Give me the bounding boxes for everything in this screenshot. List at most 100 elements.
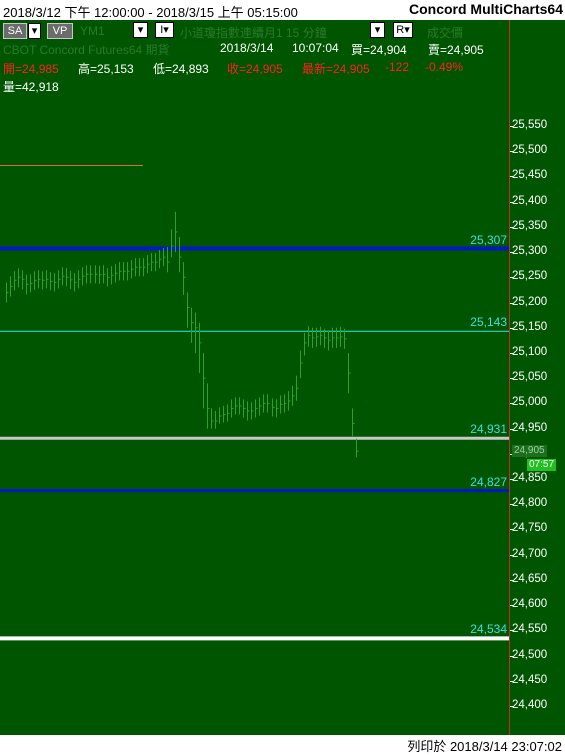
price-bar (267, 394, 270, 413)
price-bar (239, 397, 242, 415)
level-label: 24,827 (470, 474, 507, 489)
y-axis-tick-label: 25,500 (512, 144, 548, 157)
price-bar (340, 326, 343, 347)
price-bar (215, 410, 218, 429)
price-bar (332, 327, 335, 348)
y-axis-tick-label: 25,050 (512, 371, 548, 384)
price-bar (155, 253, 158, 272)
y-axis-tick-label: 24,400 (512, 699, 548, 711)
price-bar (195, 312, 198, 353)
chevron-down-icon: ▾ (31, 25, 38, 37)
r-dropdown-button[interactable]: R▾ (393, 22, 413, 38)
chevron-down-icon: ▾ (137, 24, 144, 36)
price-bar (231, 399, 234, 418)
y-axis-tick-label: 25,200 (512, 295, 548, 308)
change-value: -122 (385, 60, 410, 74)
symbol-dropdown-button[interactable]: ▾ (133, 22, 148, 38)
sa-button[interactable]: SA (3, 23, 27, 39)
change-percent: -0.49% (425, 60, 464, 74)
price-bar (6, 282, 9, 303)
price-bar (296, 375, 299, 401)
price-bar (62, 267, 65, 286)
price-bar (272, 398, 275, 417)
price-bar (171, 229, 174, 258)
chevron-down-icon: ▾ (374, 24, 381, 36)
price-bar (191, 307, 194, 343)
price-axis-border (509, 20, 510, 735)
price-bar (280, 395, 283, 414)
vp-button[interactable]: VP (47, 23, 73, 39)
price-bar (308, 326, 311, 347)
price-bar (103, 265, 106, 284)
price-bar (159, 250, 162, 269)
level-label: 25,307 (470, 232, 507, 247)
y-axis-tick-label: 24,850 (512, 472, 548, 485)
indicator-button[interactable]: I▾ (155, 22, 174, 38)
y-axis-tick-label: 25,450 (512, 169, 548, 182)
y-axis-tick-label: 25,000 (512, 396, 548, 409)
price-bar (58, 270, 61, 289)
price-bar (90, 265, 93, 284)
price-bar (46, 270, 49, 289)
price-bar (344, 328, 347, 349)
low-price: 低=24,893 (153, 62, 209, 76)
price-bar (235, 397, 238, 415)
price-bar (18, 268, 21, 288)
price-bar (348, 352, 351, 394)
price-bar (78, 270, 81, 289)
price-bar (223, 405, 226, 423)
open-price: 開=24,985 (3, 62, 59, 76)
bar-countdown-label: 07:57 (527, 459, 557, 472)
price-bar (251, 402, 254, 420)
y-axis-tick-label: 24,950 (512, 421, 548, 434)
high-price: 高=25,153 (78, 62, 134, 76)
close-price: 收=24,905 (227, 62, 283, 76)
price-bar (356, 438, 359, 458)
y-axis-tick-label: 25,100 (512, 345, 548, 358)
price-bar (312, 327, 315, 348)
interval-dropdown-button[interactable]: ▾ (370, 22, 385, 38)
price-bar (352, 408, 355, 437)
price-bar (107, 268, 110, 287)
price-bar (243, 399, 246, 418)
y-axis-tick-label: 24,450 (512, 673, 548, 686)
price-bar (86, 265, 89, 284)
price-bar (255, 399, 258, 418)
chart-time: 10:07:04 (292, 41, 339, 55)
price-bar (259, 397, 262, 416)
price-bar (175, 211, 178, 253)
y-axis-tick-label: 24,800 (512, 497, 548, 510)
price-bar (66, 268, 69, 287)
ask-price: 賣=24,905 (428, 43, 484, 57)
level-label: 24,534 (470, 622, 507, 637)
price-chart[interactable]: SA ▾ VP YM1 ▾ I▾ 小道瓊指數連續月1 15 分鐘 ▾ R▾ 成交… (0, 20, 565, 735)
price-bar (50, 272, 53, 291)
price-bar (139, 258, 142, 277)
current-price-label: 24,905 (512, 445, 547, 458)
price-bar (227, 404, 230, 422)
price-bar (82, 267, 85, 286)
sa-dropdown-button[interactable]: ▾ (28, 23, 41, 39)
level-label: 24,931 (470, 422, 507, 437)
price-bar (143, 258, 146, 277)
price-bar (316, 327, 319, 347)
date-range-text: 2018/3/12 下午 12:00:00 - 2018/3/15 上午 05:… (3, 5, 298, 20)
price-bar (199, 322, 202, 374)
price-bar (219, 407, 222, 424)
symbol-label: YM1 (80, 24, 105, 38)
y-axis-tick-label: 24,650 (512, 572, 548, 585)
price-bar (288, 391, 291, 411)
y-axis-tick-label: 25,300 (512, 245, 548, 258)
price-bar (276, 399, 279, 418)
data-type-label: 成交價 (427, 26, 464, 40)
price-bar (135, 258, 138, 277)
last-price: 最新=24,905 (302, 62, 370, 76)
price-bar (179, 236, 182, 273)
y-axis-tick-label: 25,150 (512, 320, 548, 333)
y-axis-tick-label: 25,550 (512, 119, 548, 131)
price-bar (292, 385, 295, 406)
indicator-icon: I▾ (160, 24, 169, 36)
y-axis-tick-label: 25,350 (512, 219, 548, 232)
price-bar (131, 260, 134, 279)
price-bar (328, 330, 331, 351)
